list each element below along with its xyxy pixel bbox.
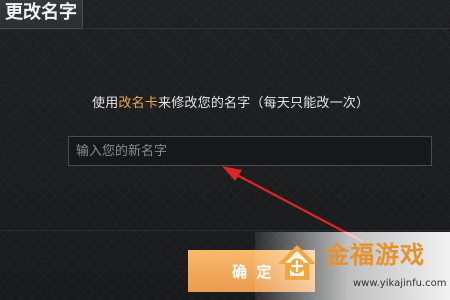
house-logo-icon: [278, 245, 316, 280]
rename-instruction: 使用改名卡来修改您的名字（每天只能改一次）: [92, 96, 369, 111]
new-name-input[interactable]: [68, 136, 432, 166]
instruction-suffix: 来修改您的名字（每天只能改一次）: [158, 96, 370, 111]
title-bar: 更改名字: [0, 0, 83, 29]
title-divider: [82, 28, 450, 29]
instruction-prefix: 使用: [92, 96, 119, 111]
watermark-brand-name: 金福游戏: [325, 241, 425, 269]
watermark-url: www.yikajinfu.com: [353, 278, 447, 289]
dialog-title: 更改名字: [5, 2, 77, 23]
watermark-logo: 金福游戏 www.yikajinfu.com: [255, 232, 450, 300]
arrow-head: [222, 166, 242, 181]
rename-dialog: 更改名字 使用改名卡来修改您的名字（每天只能改一次） 确 定 金福游戏 www.…: [0, 0, 450, 300]
rename-card-highlight: 改名卡: [118, 96, 159, 111]
footer-divider: [0, 230, 450, 231]
